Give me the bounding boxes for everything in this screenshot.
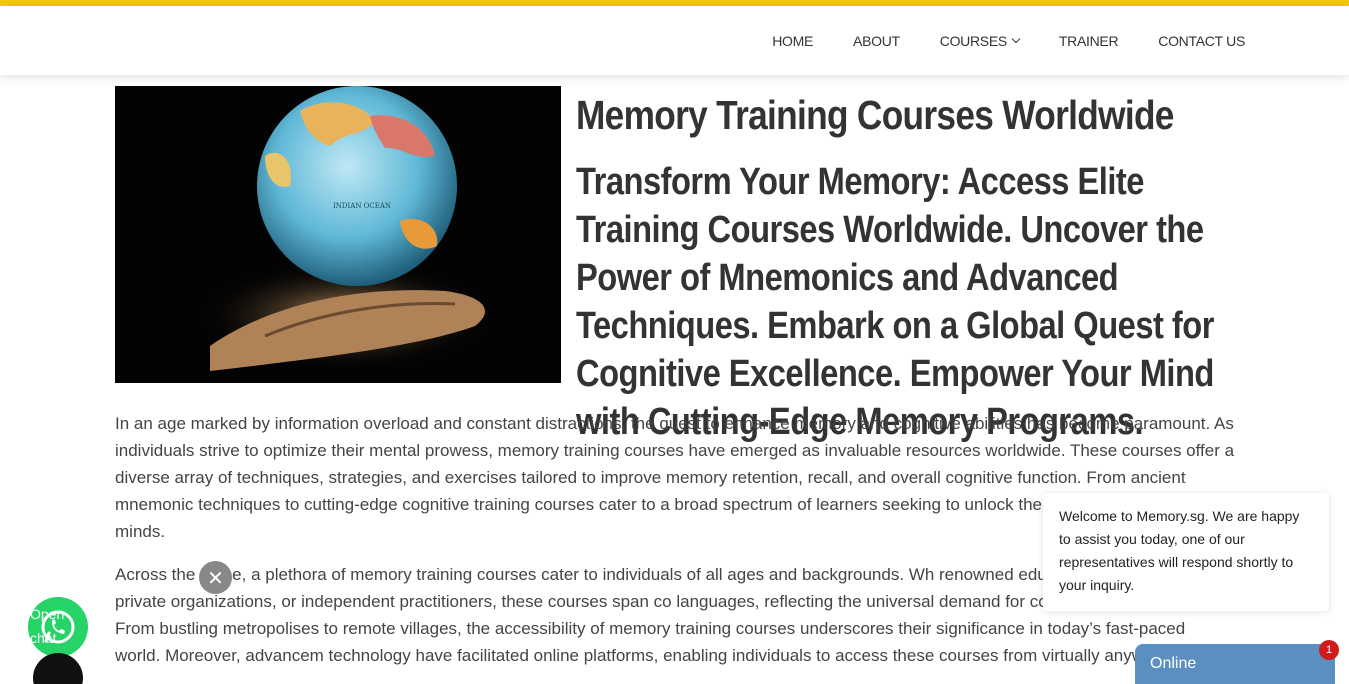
chat-welcome-bubble[interactable]: Welcome to Memory.sg. We are happy to as…: [1043, 493, 1329, 611]
site-header: HOME ABOUT COURSES TRAINER CONTACT US: [0, 6, 1349, 75]
nav-courses[interactable]: COURSES: [939, 32, 1021, 49]
nav-about[interactable]: ABOUT: [853, 33, 900, 49]
nav-contact-label: CONTACT US: [1158, 32, 1245, 49]
whatsapp-label: Open chat: [30, 606, 65, 646]
chat-status-label: Online: [1150, 655, 1197, 672]
nav-home-label: HOME: [772, 32, 814, 49]
nav-contact-us[interactable]: CONTACT US: [1158, 33, 1245, 49]
chevron-down-icon: [1011, 34, 1021, 44]
nav-about-label: ABOUT: [853, 32, 900, 49]
page-title: Memory Training Courses Worldwide: [576, 92, 1174, 138]
hero-image: INDIAN OCEAN: [115, 86, 561, 383]
ocean-label: INDIAN OCEAN: [333, 202, 391, 210]
secondary-chat-button[interactable]: [33, 653, 83, 684]
close-icon[interactable]: ✕: [199, 561, 232, 594]
chat-online-tab[interactable]: Online: [1135, 644, 1335, 684]
chat-welcome-text: Welcome to Memory.sg. We are happy to as…: [1059, 508, 1300, 593]
main-nav: HOME ABOUT COURSES TRAINER CONTACT US: [772, 6, 1245, 75]
nav-home[interactable]: HOME: [772, 33, 813, 49]
page-subtitle: Transform Your Memory: Access Elite Trai…: [576, 161, 1214, 443]
globe-in-hand-image: INDIAN OCEAN: [115, 86, 561, 383]
nav-trainer-label: TRAINER: [1058, 32, 1119, 49]
unread-badge: 1: [1319, 640, 1339, 660]
nav-trainer[interactable]: TRAINER: [1058, 32, 1119, 49]
nav-courses-label: COURSES: [939, 32, 1007, 49]
